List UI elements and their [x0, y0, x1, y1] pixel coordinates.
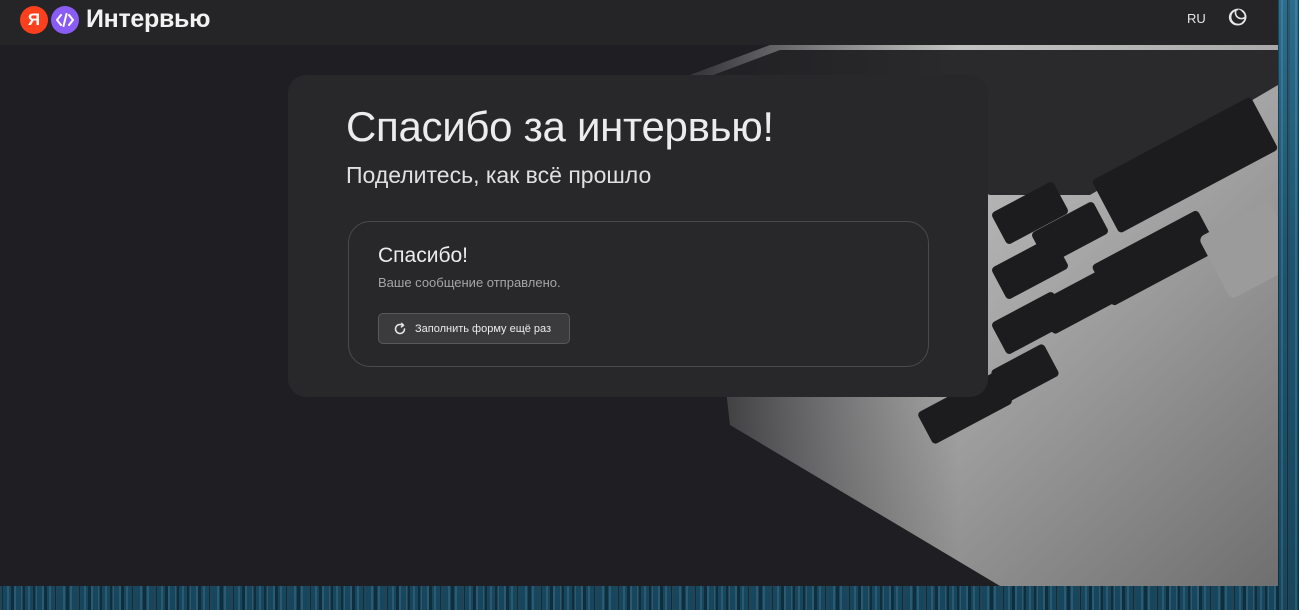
moon-icon[interactable]	[1228, 7, 1248, 27]
logo-letter: Я	[27, 9, 41, 29]
fill-form-again-button[interactable]: Заполнить форму ещё раз	[378, 313, 570, 344]
logo-text: Интервью	[86, 5, 211, 33]
page-title: Спасибо за интервью!	[346, 103, 774, 150]
result-message: Ваше сообщение отправлено.	[378, 275, 561, 290]
app-header: Я Интервью RU	[0, 0, 1278, 45]
language-switcher[interactable]: RU	[1187, 11, 1206, 26]
page-subtitle: Поделитесь, как всё прошло	[346, 162, 652, 188]
yandex-logo-icon: Я	[20, 5, 48, 34]
browser-viewport: Я Интервью RU Спасибо за интервью! Подел…	[0, 0, 1278, 586]
submission-result-panel: Спасибо! Ваше сообщение отправлено. Запо…	[348, 221, 929, 367]
fill-form-again-label: Заполнить форму ещё раз	[415, 322, 552, 335]
logo[interactable]: Я Интервью	[20, 5, 210, 34]
result-title: Спасибо!	[378, 244, 468, 267]
refresh-icon	[394, 322, 406, 334]
feedback-card: Спасибо за интервью! Поделитесь, как всё…	[288, 75, 988, 397]
code-icon	[51, 5, 79, 34]
